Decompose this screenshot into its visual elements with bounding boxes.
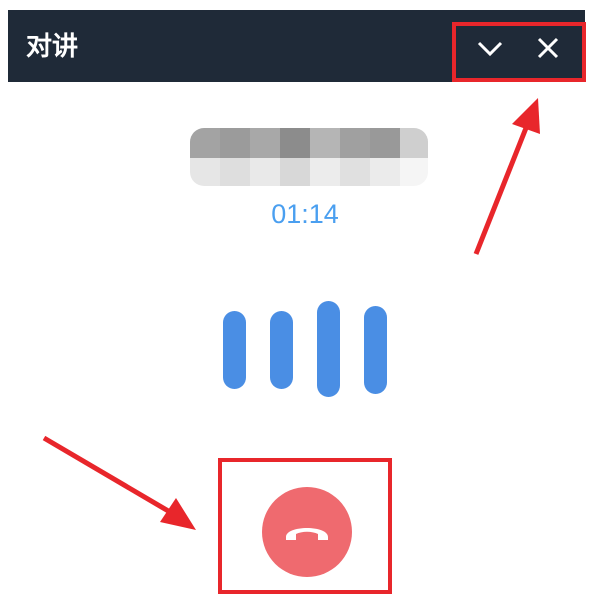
arrow-down-right-icon: [42, 435, 196, 530]
annotation-arrows: [42, 98, 540, 530]
arrow-up-icon: [473, 98, 540, 255]
